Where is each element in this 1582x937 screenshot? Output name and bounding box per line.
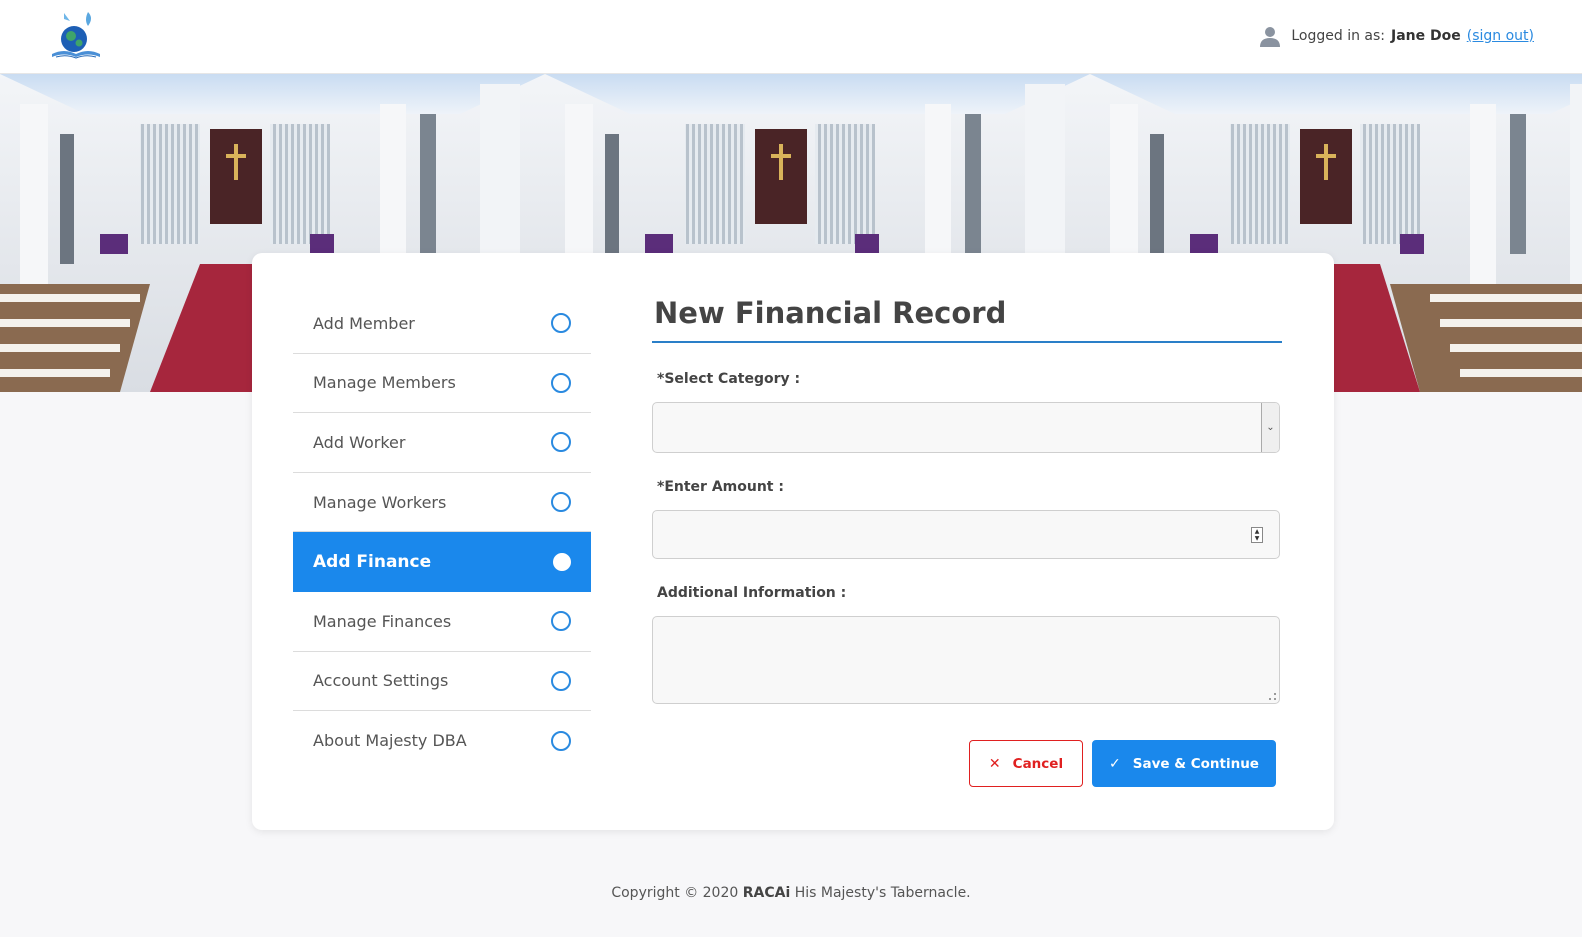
footer-org: His Majesty's Tabernacle. <box>794 885 971 901</box>
circle-icon <box>551 432 571 453</box>
user-info: Logged in as: Jane Doe (sign out) <box>1259 24 1534 48</box>
circle-icon <box>551 611 571 632</box>
resize-handle-icon[interactable] <box>1269 693 1276 700</box>
footer: Copyright © 2020 RACAi His Majesty's Tab… <box>0 885 1582 901</box>
menu-item-manage-members[interactable]: Manage Members <box>293 354 591 414</box>
save-continue-button[interactable]: ✓ Save & Continue <box>1092 740 1276 787</box>
sign-out-link[interactable]: (sign out) <box>1467 28 1534 44</box>
side-menu: Add Member Manage Members Add Worker Man… <box>293 294 591 771</box>
circle-icon <box>551 730 571 751</box>
menu-item-label: Add Finance <box>313 551 432 572</box>
circle-icon <box>551 492 571 513</box>
user-icon <box>1259 25 1281 47</box>
category-select[interactable]: ⌄ <box>652 402 1280 453</box>
close-icon: ✕ <box>988 755 1001 772</box>
menu-item-label: Add Member <box>313 313 415 333</box>
circle-icon <box>553 552 571 571</box>
number-spinner-icon[interactable]: ▲ ▼ <box>1251 527 1263 543</box>
check-icon: ✓ <box>1109 755 1121 772</box>
menu-item-label: Account Settings <box>313 671 449 691</box>
amount-label: *Enter Amount : <box>657 479 784 495</box>
menu-item-manage-finances[interactable]: Manage Finances <box>293 592 591 652</box>
finance-form: New Financial Record *Select Category : … <box>652 293 1282 787</box>
menu-item-add-worker[interactable]: Add Worker <box>293 413 591 473</box>
copyright-text: Copyright © 2020 <box>611 885 739 901</box>
menu-item-add-finance[interactable]: Add Finance <box>293 532 591 592</box>
circle-icon <box>551 372 571 393</box>
menu-item-label: About Majesty DBA <box>313 731 467 751</box>
menu-item-label: Manage Members <box>313 373 456 393</box>
chevron-down-icon[interactable]: ⌄ <box>1261 403 1279 452</box>
logged-in-label: Logged in as: <box>1291 28 1386 44</box>
menu-item-label: Manage Finances <box>313 611 452 631</box>
cancel-button[interactable]: ✕ Cancel <box>969 740 1083 787</box>
menu-item-label: Manage Workers <box>313 492 447 512</box>
footer-brand: RACAi <box>742 885 791 901</box>
cancel-button-label: Cancel <box>1012 755 1064 772</box>
circle-icon <box>551 313 571 334</box>
amount-input[interactable]: ▲ ▼ <box>652 510 1280 559</box>
church-logo-icon[interactable] <box>50 10 102 60</box>
menu-item-manage-workers[interactable]: Manage Workers <box>293 473 591 533</box>
main-card: Add Member Manage Members Add Worker Man… <box>252 253 1334 830</box>
circle-icon <box>551 670 571 691</box>
menu-item-add-member[interactable]: Add Member <box>293 294 591 354</box>
top-bar: Logged in as: Jane Doe (sign out) <box>0 0 1582 74</box>
user-name: Jane Doe <box>1391 28 1461 44</box>
category-label: *Select Category : <box>657 371 801 387</box>
save-button-label: Save & Continue <box>1132 755 1259 772</box>
additional-info-textarea[interactable] <box>652 616 1280 704</box>
menu-item-label: Add Worker <box>313 432 406 452</box>
page-title: New Financial Record <box>652 293 1282 343</box>
menu-item-about[interactable]: About Majesty DBA <box>293 711 591 771</box>
menu-item-account-settings[interactable]: Account Settings <box>293 652 591 712</box>
info-label: Additional Information : <box>657 585 847 601</box>
